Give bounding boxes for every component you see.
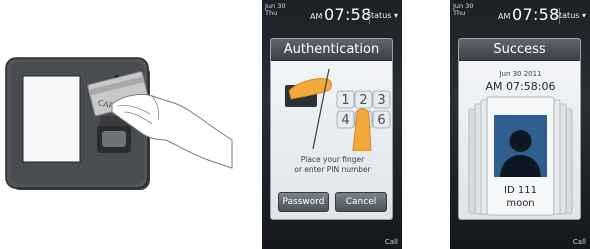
status-bar: Jun 30 Thu AM 07:58 Status ▾	[262, 0, 402, 30]
status-clock: 07:58	[324, 5, 372, 24]
success-panel: Success Jun 30 2011 AM 07:58:06 ID 111 m…	[458, 38, 581, 220]
password-button[interactable]: Password	[278, 192, 329, 212]
status-menu[interactable]: Status ▾	[554, 11, 586, 20]
panel-title: Success	[459, 39, 580, 61]
status-date: Jun 30 Thu	[453, 2, 474, 17]
user-id: ID 111	[504, 185, 537, 196]
auth-date: Jun 30 2011	[499, 70, 542, 78]
success-screen: Jun 30 Thu AM 07:58 Status ▾ Success Jun…	[450, 0, 590, 249]
status-menu[interactable]: Status ▾	[366, 11, 398, 20]
key-1: 1	[341, 93, 349, 108]
key-4: 4	[341, 113, 349, 128]
status-bar: Jun 30 Thu AM 07:58 Status ▾	[450, 0, 590, 30]
authentication-panel: Authentication 1 2 3 4 5	[270, 38, 393, 220]
status-ampm: AM	[310, 12, 323, 21]
auth-time: AM 07:58:06	[485, 80, 556, 93]
key-3: 3	[377, 93, 385, 108]
authentication-screen: Jun 30 Thu AM 07:58 Status ▾ Authenticat…	[262, 0, 402, 249]
status-date: Jun 30 Thu	[265, 2, 286, 17]
call-button[interactable]: Call	[385, 238, 398, 246]
fingerprint-reader-illustration: CARD	[5, 57, 233, 190]
status-ampm: AM	[498, 12, 511, 21]
device-screen	[22, 75, 81, 163]
key-2: 2	[359, 93, 367, 108]
device-illustration: CARD	[0, 0, 240, 249]
panel-title: Authentication	[271, 39, 392, 61]
keypad-graphic: 1 2 3 4 5 6	[285, 68, 391, 151]
fingerprint-sensor	[102, 131, 126, 147]
cancel-button[interactable]: Cancel	[335, 192, 387, 212]
user-avatar-icon	[494, 115, 547, 177]
status-clock: 07:58	[512, 5, 560, 24]
call-button[interactable]: Call	[573, 238, 586, 246]
instruction-text: Place your finger or enter PIN number	[294, 155, 371, 174]
user-name: moon	[506, 198, 535, 209]
key-6: 6	[377, 113, 385, 128]
